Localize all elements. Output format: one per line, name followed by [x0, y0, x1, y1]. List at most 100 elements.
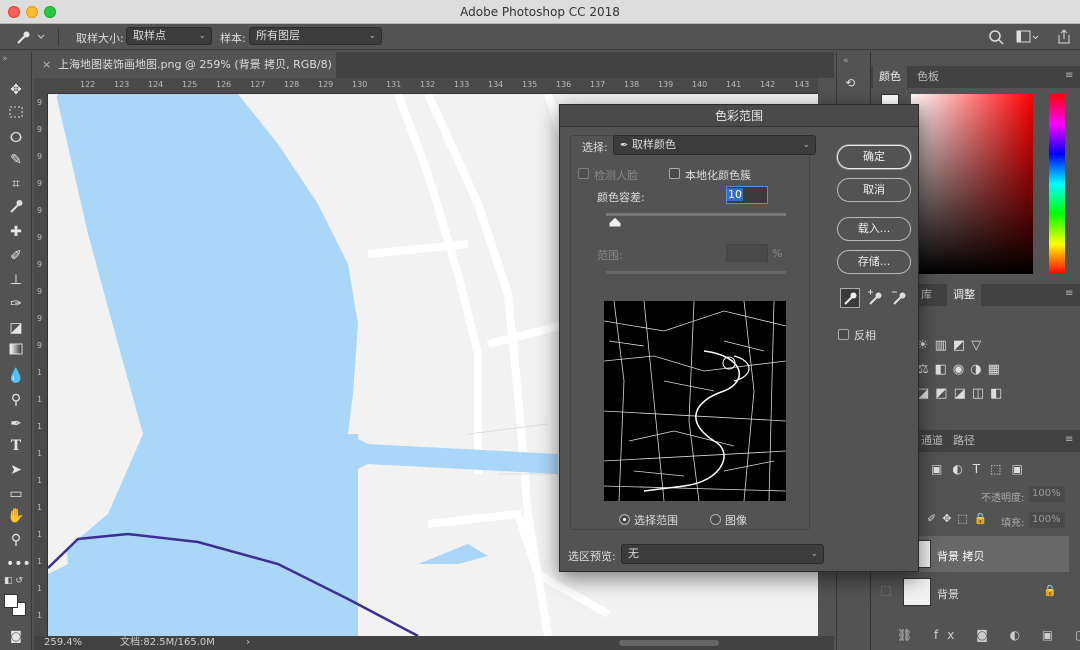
opacity-label: 不透明度:	[981, 493, 1025, 504]
dodge-tool-icon[interactable]: ⚲	[6, 390, 26, 410]
lasso-tool-icon[interactable]: ⵔ	[6, 128, 26, 148]
layer-row-1[interactable]: 背景 🔒	[871, 574, 1069, 610]
rectangle-tool-icon[interactable]: ▭	[6, 484, 26, 504]
eyedropper-preset-icon[interactable]	[14, 28, 48, 46]
minimize-window-button[interactable]	[26, 6, 38, 18]
expand-icon[interactable]: »	[2, 54, 8, 64]
brush-tool-icon[interactable]: ✐	[6, 246, 26, 266]
horizontal-scrollbar[interactable]	[619, 640, 719, 646]
share-icon[interactable]	[1056, 28, 1072, 45]
history-panel-icon[interactable]: ⟲	[845, 76, 863, 94]
ok-button[interactable]: 确定	[837, 145, 911, 169]
fuzziness-slider-track[interactable]	[606, 213, 786, 216]
type-tool-icon[interactable]: T	[6, 436, 26, 456]
load-button[interactable]: 载入...	[837, 217, 911, 241]
color-field[interactable]	[911, 94, 1033, 274]
detect-faces-checkbox[interactable]	[578, 168, 589, 179]
invert-checkbox[interactable]	[838, 329, 849, 340]
window-titlebar: Adobe Photoshop CC 2018	[0, 0, 1080, 24]
document-tab[interactable]: × 上海地图装饰画地图.png @ 259% (背景 拷贝, RGB/8) *	[34, 52, 336, 97]
sample-size-select[interactable]: 取样点 ⌄	[126, 27, 212, 45]
workspace-icon[interactable]	[1016, 29, 1040, 45]
zoom-window-button[interactable]	[44, 6, 56, 18]
eyedropper-tool-icon[interactable]	[6, 198, 26, 218]
tab-swatches[interactable]: 色板	[911, 66, 945, 88]
tab-paths[interactable]: 路径	[947, 430, 981, 452]
ruler-h-number: 143	[794, 80, 810, 89]
fuzziness-input[interactable]: 10	[726, 186, 768, 204]
layer-action-icons[interactable]: ⛓ fx ◙ ◐ ▣ ▢ 🗑	[897, 628, 1080, 642]
quick-select-tool-icon[interactable]: ✎	[6, 150, 26, 170]
range-input[interactable]	[726, 244, 768, 262]
panel-menu-icon[interactable]: ≡	[1065, 288, 1073, 299]
hue-slider[interactable]	[1049, 94, 1065, 274]
sample-select[interactable]: 所有图层 ⌄	[249, 27, 382, 45]
history-brush-tool-icon[interactable]: ✑	[6, 294, 26, 314]
clone-stamp-tool-icon[interactable]: ⊥	[6, 270, 26, 290]
tab-channels[interactable]: 通道	[915, 430, 949, 452]
fuzziness-slider-thumb[interactable]	[608, 216, 622, 228]
radio-selection[interactable]	[619, 514, 630, 525]
ruler-h-number: 140	[692, 80, 708, 89]
eyedropper-icon[interactable]	[840, 288, 860, 308]
panel-menu-icon[interactable]: ≡	[1065, 70, 1073, 81]
ruler-v-number: 1	[37, 584, 43, 593]
ruler-h-number: 137	[590, 80, 606, 89]
chevron-down-icon: ⌄	[368, 31, 376, 41]
search-icon[interactable]	[988, 29, 1004, 45]
radio-image[interactable]	[710, 514, 721, 525]
range-unit: %	[772, 247, 783, 260]
zoom-level[interactable]: 259.4%	[44, 636, 82, 650]
ruler-h-number: 132	[420, 80, 436, 89]
layer-name: 背景	[937, 588, 959, 601]
move-tool-icon[interactable]: ✥	[6, 80, 26, 100]
close-tab-icon[interactable]: ×	[42, 52, 51, 78]
select-value: 取样颜色	[631, 138, 676, 151]
healing-brush-tool-icon[interactable]: ✚	[6, 222, 26, 242]
status-arrow-icon[interactable]: ›	[246, 636, 250, 650]
hand-tool-icon[interactable]: ✋	[6, 506, 26, 526]
sample-label: 样本:	[220, 32, 246, 45]
ruler-h-number: 125	[182, 80, 198, 89]
eraser-tool-icon[interactable]: ◪	[6, 318, 26, 338]
opacity-field[interactable]: 100%	[1029, 486, 1065, 502]
collapse-icon[interactable]: «	[843, 56, 849, 66]
crop-tool-icon[interactable]: ⌗	[6, 174, 26, 194]
ruler-v-number: 1	[37, 368, 43, 377]
tab-adjustments[interactable]: 调整	[947, 284, 981, 306]
more-tools-icon[interactable]: •••	[6, 554, 31, 574]
save-button[interactable]: 存储...	[837, 250, 911, 274]
invert-label: 反相	[854, 329, 876, 342]
range-slider-track[interactable]	[606, 271, 786, 274]
gradient-tool-icon[interactable]	[6, 342, 26, 362]
ruler-h-number: 131	[386, 80, 402, 89]
adjustment-icons[interactable]: ☀▥◩▽ ⚖◧◉◑▦ ◪◩◪◫◧	[917, 334, 1067, 406]
default-colors-icon[interactable]: ◧ ↺	[4, 576, 23, 586]
ruler-corner	[34, 78, 48, 94]
ruler-h-number: 142	[760, 80, 776, 89]
panel-menu-icon[interactable]: ≡	[1065, 434, 1073, 445]
localized-label: 本地化颜色簇	[685, 169, 751, 182]
ruler-v-number: 9	[37, 314, 43, 323]
ruler-v-number: 9	[37, 341, 43, 350]
blur-tool-icon[interactable]: 💧	[6, 366, 26, 386]
cancel-button[interactable]: 取消	[837, 178, 911, 202]
marquee-tool-icon[interactable]	[6, 104, 26, 124]
preview-dropdown[interactable]: 无 ⌄	[621, 544, 824, 564]
ruler-h-number: 122	[80, 80, 96, 89]
localized-checkbox[interactable]	[669, 168, 680, 179]
tab-color[interactable]: 颜色	[873, 66, 907, 88]
eyedropper-plus-icon[interactable]	[866, 289, 884, 307]
close-window-button[interactable]	[8, 6, 20, 18]
select-dropdown[interactable]: ✒ 取样颜色 ⌄	[613, 135, 816, 155]
layer-visibility-box[interactable]	[881, 586, 891, 596]
quick-mask-icon[interactable]: ◙	[6, 626, 26, 646]
layer-filter-icons[interactable]: ▣◐T⬚▣	[931, 462, 1023, 476]
eyedropper-minus-icon[interactable]	[890, 289, 908, 307]
fill-field[interactable]: 100%	[1029, 512, 1065, 528]
path-selection-tool-icon[interactable]: ➤	[6, 460, 26, 480]
lock-icons[interactable]: ✐✥⬚🔒	[927, 512, 994, 525]
zoom-tool-icon[interactable]: ⚲	[6, 530, 26, 550]
pen-tool-icon[interactable]: ✒	[6, 414, 26, 434]
foreground-color-swatch[interactable]	[4, 594, 18, 608]
